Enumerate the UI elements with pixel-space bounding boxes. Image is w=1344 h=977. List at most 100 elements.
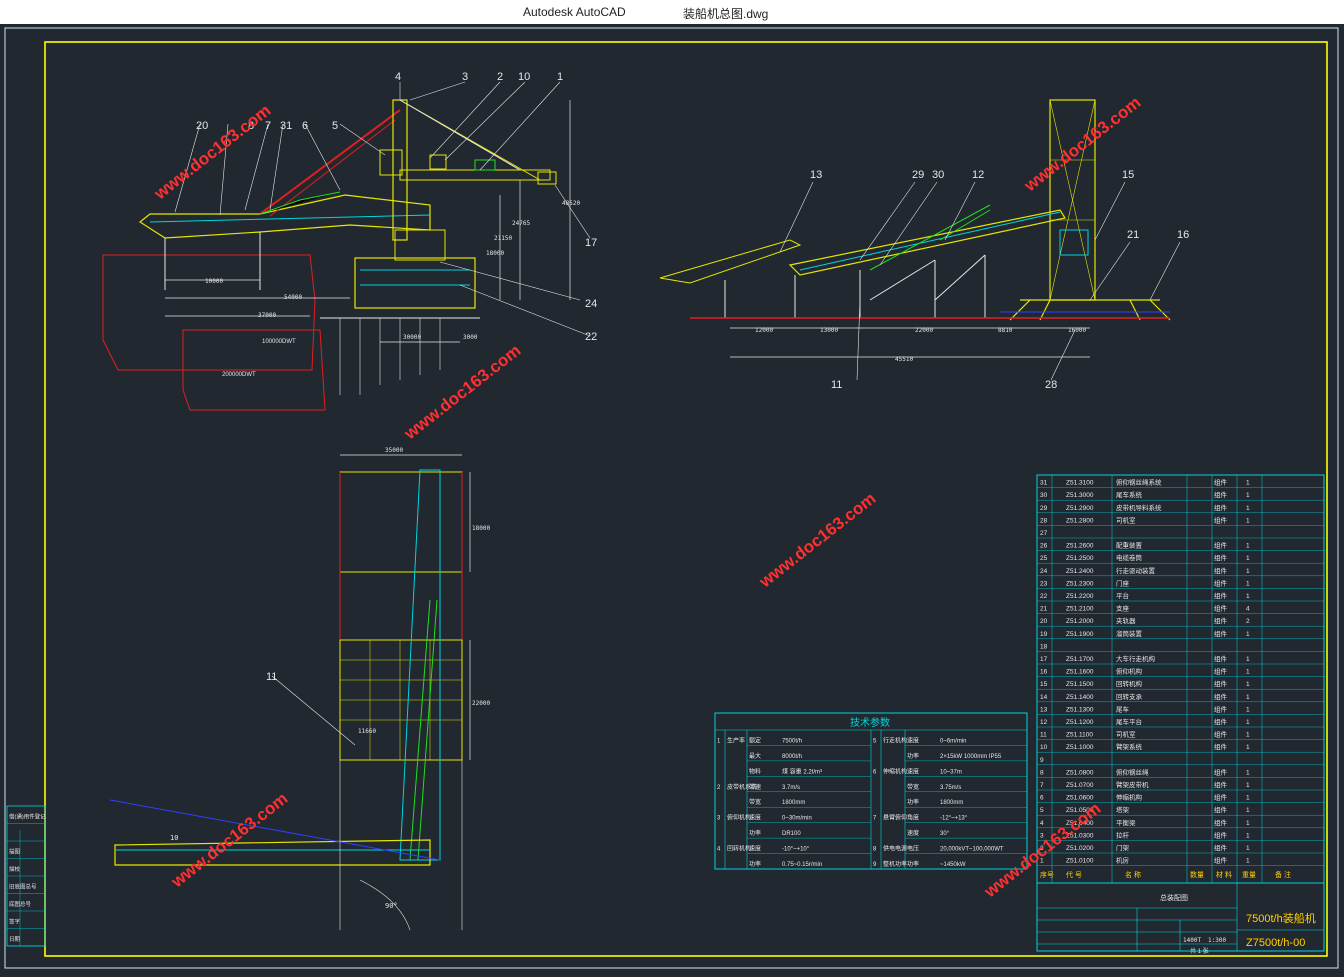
parts-cell: Z51.3100 — [1066, 480, 1094, 487]
window-titlebar: Autodesk AutoCAD 装船机总图.dwg — [0, 0, 1344, 25]
counterweight-end — [537, 171, 557, 185]
parts-cell: 溜筒装置 — [1116, 629, 1143, 638]
parts-cell: 组件 — [1214, 515, 1228, 524]
parts-cell: 组件 — [1214, 578, 1228, 587]
elevation-view: 100000DWT 200000DWT 10000 54000 37000 30… — [102, 71, 597, 411]
tech-cell: 带宽 — [907, 783, 919, 791]
parts-cell: 组件 — [1214, 805, 1228, 814]
parts-cell: 平台 — [1116, 591, 1129, 600]
parts-cell: Z51.1700 — [1066, 656, 1094, 663]
callout-leaders-right — [779, 181, 1181, 381]
parts-cell: 22 — [1040, 593, 1048, 600]
parts-cell: Z51.3000 — [1066, 492, 1094, 499]
tech-table-title: 技术参数 — [850, 716, 890, 729]
plan-rails — [339, 472, 463, 760]
parts-cell: 1 — [1246, 580, 1250, 587]
parts-cell: 电缆卷筒 — [1116, 553, 1143, 562]
tech-cell: 7500t/h — [782, 738, 802, 744]
plan-portal-grid — [340, 640, 462, 760]
tech-cell: 最大 — [749, 752, 761, 760]
parts-cell: Z51.0800 — [1066, 769, 1094, 776]
parts-cell: 23 — [1040, 580, 1048, 587]
parts-cell: 组件 — [1214, 490, 1228, 499]
tech-cell: 功率 — [749, 829, 761, 837]
parts-cell: 1 — [1246, 656, 1250, 663]
tech-cell: -10°~+10° — [782, 847, 810, 853]
drawing-number: Z7500t/h-00 — [1246, 937, 1305, 949]
tech-cell: 1 — [717, 738, 721, 744]
tripper-belt — [799, 211, 1061, 271]
tech-cell: 10~37m — [940, 769, 962, 775]
counter-tie — [399, 99, 521, 171]
callout-19: 20 — [196, 120, 208, 132]
parts-cell: Z51.1000 — [1066, 744, 1094, 751]
callout-17: 16 — [1177, 229, 1189, 241]
dim-label: 54000 — [284, 294, 302, 301]
tech-cell: 30° — [940, 831, 950, 837]
tech-table-rows: 1 生产率 额定 7500t/h最大 8000t/h物料煤 容重 2.2t/m³2 皮带机… — [717, 736, 1027, 870]
callout-20: 21 — [1127, 229, 1139, 241]
callout-12: 12 — [972, 169, 984, 181]
parts-cell: 1 — [1246, 681, 1250, 688]
parts-header: 备 注 — [1275, 870, 1291, 879]
parts-cell: 1 — [1246, 505, 1250, 512]
tech-param-table: 技术参数 1 生产率 额定 7500t/h 最大 8000t/h 物料 煤 容重 2.2t/m… — [714, 712, 1028, 870]
tech-cell: 速度 — [749, 814, 761, 822]
plan-tail-conveyor — [399, 469, 441, 861]
parts-cell: 9 — [1040, 757, 1044, 764]
parts-cell: 尾车系统 — [1116, 490, 1143, 499]
parts-cell: Z51.2300 — [1066, 580, 1094, 587]
vessel-label-2: 200000DWT — [222, 372, 256, 378]
tech-cell: 0~6m/min — [940, 738, 967, 744]
tech-cell: 6 — [873, 769, 877, 775]
parts-cell: 1 — [1246, 795, 1250, 802]
parts-cell: 1 — [1246, 568, 1250, 575]
tech-cell: 9 — [873, 862, 877, 868]
parts-cell: 组件 — [1214, 629, 1228, 638]
tech-cell: 物料 — [749, 767, 761, 775]
portal-girders — [360, 269, 470, 286]
parts-cell: 门架 — [1116, 843, 1130, 852]
drawing-svg[interactable]: 100000DWT 200000DWT 10000 54000 37000 30… — [0, 24, 1344, 972]
ship-hull-large — [102, 254, 316, 371]
dim-label: 24765 — [512, 220, 530, 227]
tech-cell: 5 — [873, 738, 877, 744]
drawing-canvas[interactable]: 100000DWT 200000DWT 10000 54000 37000 30… — [0, 24, 1344, 972]
parts-cell: 1 — [1246, 807, 1250, 814]
dim-label: 48520 — [562, 200, 580, 207]
parts-cell: Z51.2000 — [1066, 618, 1094, 625]
revision-rows: 借(通)用件登记描图描校旧底图总号底图总号签字日期 — [7, 813, 46, 947]
parts-cell: 回转机构 — [1116, 679, 1143, 688]
parts-cell: Z51.1500 — [1066, 681, 1094, 688]
counter-beam — [399, 169, 551, 181]
callout-3: 3 — [462, 71, 468, 83]
parts-header: 代 号 — [1066, 870, 1082, 879]
parts-cell: 拉杆 — [1116, 830, 1130, 839]
dim-label: 30000 — [403, 334, 421, 341]
dim-label: 12000 — [755, 327, 773, 334]
dim-label: 16000 — [1068, 327, 1086, 334]
file-name: 装船机总图.dwg — [683, 7, 769, 21]
tech-cell: 功率 — [907, 798, 919, 806]
parts-cell: 行走驱动装置 — [1116, 566, 1156, 575]
weight-value: 1400T — [1183, 937, 1201, 944]
parts-cell: 组件 — [1214, 478, 1228, 487]
callout-28: 29 — [912, 169, 924, 181]
parts-cell: 组件 — [1214, 767, 1228, 776]
watermark: www.doc163.com — [400, 341, 524, 444]
parts-cell: 组件 — [1214, 553, 1228, 562]
parts-cell: Z51.1100 — [1066, 732, 1093, 739]
parts-cell: 14 — [1040, 694, 1048, 701]
dim-label: 35000 — [385, 447, 403, 454]
tech-cell: 供电电源 — [883, 845, 907, 853]
parts-cell: 夹轨器 — [1116, 616, 1136, 625]
watermark: www.doc163.com — [150, 101, 274, 204]
tech-cell: 悬臂俯仰 — [883, 814, 907, 822]
callout-13: 13 — [810, 169, 822, 181]
tech-cell: 行走机构 — [883, 736, 907, 744]
parts-cell: 组件 — [1214, 616, 1228, 625]
tech-cell: 功率 — [907, 860, 919, 868]
callout-31: 31 — [280, 120, 292, 132]
parts-cell: 1 — [1246, 631, 1250, 638]
parts-cell: 支座 — [1116, 604, 1130, 613]
